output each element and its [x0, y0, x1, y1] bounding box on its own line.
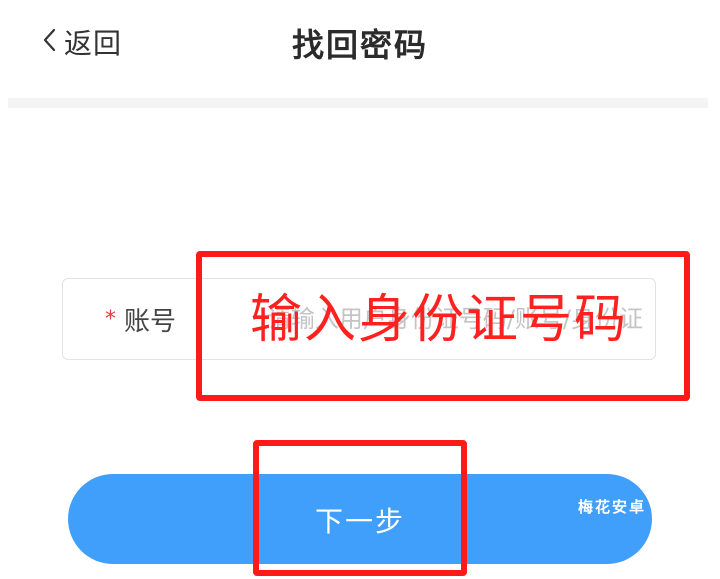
find-password-page: 返回 找回密码 * 账号 输入身份证号码 下一步 梅花安卓	[0, 0, 720, 579]
page-title: 找回密码	[291, 26, 428, 64]
watermark-text: 梅花安卓	[578, 498, 647, 516]
account-label: * 账号	[105, 301, 176, 338]
account-label-text: 账号	[124, 307, 177, 337]
top-nav-bar: 返回 找回密码	[0, 0, 720, 92]
annotation-input-hint: 输入身份证号码	[250, 290, 629, 350]
header-divider	[8, 98, 708, 108]
required-marker: *	[105, 307, 116, 332]
annotation-box-button	[253, 440, 467, 576]
